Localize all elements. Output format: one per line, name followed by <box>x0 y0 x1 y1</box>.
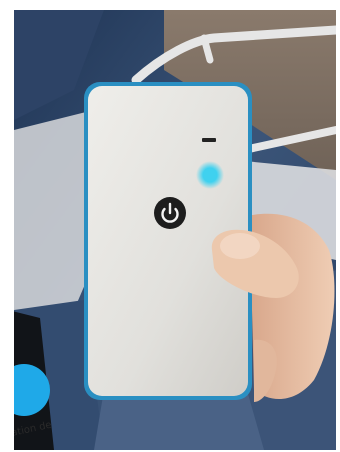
status-led <box>203 168 217 182</box>
photo-scene: ation de <box>14 10 336 450</box>
thumbnail <box>220 233 260 259</box>
power-button[interactable] <box>154 197 186 229</box>
indicator-slot <box>202 138 216 142</box>
